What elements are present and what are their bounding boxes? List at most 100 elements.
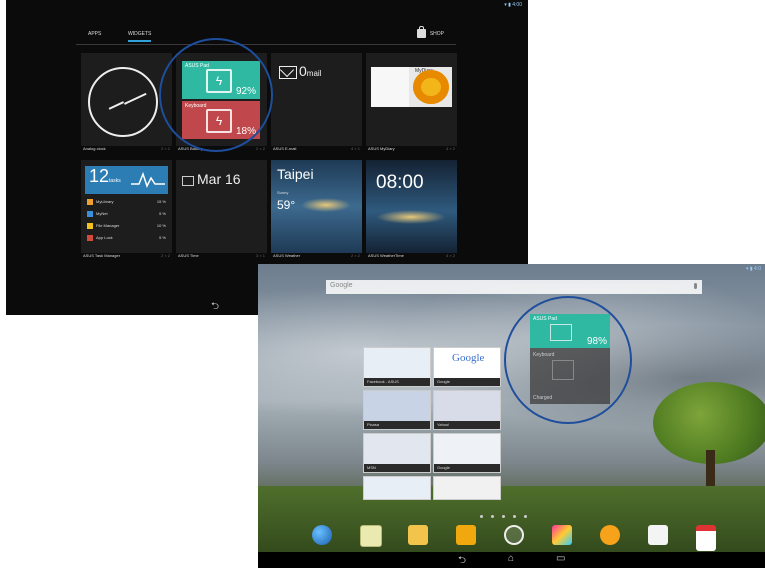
page-indicator xyxy=(480,515,527,518)
widget-name: ASUS Time xyxy=(178,253,199,258)
keyboard-battery-label: Keyboard xyxy=(533,352,555,358)
widget-preview: 12tasks MyLibrary 15 % MyNet 5 % File Mana… xyxy=(81,160,172,253)
keyboard-battery-tile: Keyboard ϟ 18% xyxy=(182,101,260,139)
status-bar-icons: ▾ ▮ 4:00 xyxy=(504,2,522,8)
widget-analog-clock[interactable]: Analog clock 2 × 2 xyxy=(81,53,172,160)
widget-asus-time[interactable]: Mar 16 ASUS Time 3 × 1 xyxy=(176,160,267,267)
flower-photo xyxy=(413,70,449,104)
photos-icon[interactable] xyxy=(552,525,572,545)
shop-button[interactable]: SHOP xyxy=(416,26,444,38)
bookmark-caption: Picasa xyxy=(364,421,430,429)
weather-condition: Sunny xyxy=(277,190,289,195)
files-icon[interactable] xyxy=(456,525,476,545)
weathertime-clock: 08:00 xyxy=(376,172,424,193)
task-row: MyLibrary 15 % xyxy=(85,197,168,207)
widget-size: 2 × 2 xyxy=(160,146,170,151)
charge-status: Charged xyxy=(533,395,553,401)
bookmark-thumbnail xyxy=(364,391,430,421)
battery-charging-icon: ϟ xyxy=(206,109,232,133)
widget-size: 2 × 2 xyxy=(255,146,265,151)
page-dot xyxy=(480,515,483,518)
back-nav-icon[interactable]: ⮌ xyxy=(211,299,219,315)
widget-name: ASUS MyDiary xyxy=(368,146,395,151)
hour-hand xyxy=(108,101,124,110)
bookmark-card[interactable] xyxy=(433,476,501,500)
diary-page xyxy=(371,67,409,107)
widget-name: ASUS Weather xyxy=(273,253,301,258)
mylibrary-icon xyxy=(87,199,93,205)
bookmark-card[interactable]: Yahoo! xyxy=(433,390,501,430)
analog-clock-icon xyxy=(88,67,158,137)
app-lock-icon xyxy=(87,235,93,241)
browser-icon[interactable] xyxy=(312,525,332,545)
tab-widgets[interactable]: WIDGETS xyxy=(128,31,152,42)
email-count: 0mail xyxy=(299,63,322,79)
bookmark-card[interactable]: Google Google xyxy=(433,347,501,387)
recents-nav-icon[interactable]: ▭ xyxy=(556,553,565,564)
widget-preview: 0mail xyxy=(271,53,362,146)
widget-preview: Taipei Sunny 59° xyxy=(271,160,362,253)
keyboard-battery-value: 18% xyxy=(235,126,256,137)
home-nav-icon[interactable]: ⌂ xyxy=(508,553,514,564)
widget-size: 4 × 2 xyxy=(445,253,455,258)
play-store-icon[interactable] xyxy=(648,525,668,545)
bookmark-caption: Yahoo! xyxy=(434,421,500,429)
widget-preview xyxy=(81,53,172,146)
gmail-icon[interactable] xyxy=(696,525,716,551)
task-count: 12tasks xyxy=(89,166,121,186)
bookmark-thumbnail xyxy=(434,477,500,499)
tree-trunk xyxy=(706,450,715,486)
page-dot xyxy=(524,515,527,518)
shop-label: SHOP xyxy=(429,30,444,37)
widget-name: ASUS E-mail xyxy=(273,146,297,151)
task-row: MyNet 5 % xyxy=(85,209,168,219)
keyboard-battery-icon xyxy=(552,360,574,380)
widget-asus-email[interactable]: 0mail ASUS E-mail 4 × 1 xyxy=(271,53,362,160)
music-icon[interactable] xyxy=(600,525,620,545)
widget-asus-mydiary[interactable]: MyDiary ASUS MyDiary 4 × 2 xyxy=(366,53,457,160)
widget-asus-weather[interactable]: Taipei Sunny 59° ASUS Weather 2 × 2 xyxy=(271,160,362,267)
pad-battery-value: 92% xyxy=(235,86,256,97)
bookmark-card[interactable]: Google xyxy=(433,433,501,473)
widget-preview: MyDiary xyxy=(366,53,457,146)
asus-battery-widget[interactable]: ASUS Pad 98% Keyboard Charged xyxy=(530,314,610,404)
bookmark-caption: Facebook - ASUS xyxy=(364,378,430,386)
widget-name: ASUS Battery xyxy=(178,146,203,151)
task-row: File Manager 10 % xyxy=(85,221,168,231)
widget-preview: 08:00 xyxy=(366,160,457,253)
mydiary-preview: MyDiary xyxy=(371,67,452,107)
widget-asus-weathertime[interactable]: 08:00 ASUS WeatherTime 4 × 2 xyxy=(366,160,457,267)
bookmark-card[interactable]: Picasa xyxy=(363,390,431,430)
mynet-icon xyxy=(87,211,93,217)
sun-icon xyxy=(376,210,446,224)
widget-asus-task-manager[interactable]: 12tasks MyLibrary 15 % MyNet 5 % File Mana… xyxy=(81,160,172,267)
google-search-bar[interactable]: Google xyxy=(326,280,702,294)
mic-icon[interactable] xyxy=(694,283,697,289)
pad-battery-label: ASUS Pad xyxy=(533,316,557,322)
tab-apps[interactable]: APPS xyxy=(88,31,101,37)
widget-name: Analog clock xyxy=(83,146,106,151)
pad-battery-tile: ASUS Pad 98% xyxy=(530,314,610,348)
email-icon[interactable] xyxy=(408,525,428,545)
bookmark-card[interactable]: Facebook - ASUS xyxy=(363,347,431,387)
gallery-icon[interactable] xyxy=(360,525,382,547)
battery-icon xyxy=(550,324,572,341)
all-apps-icon[interactable] xyxy=(504,525,524,545)
envelope-icon xyxy=(279,66,297,79)
shopping-bag-icon xyxy=(416,26,426,38)
sun-icon xyxy=(301,198,351,212)
bookmark-card[interactable] xyxy=(363,476,431,500)
home-screen: ▾ ▮ 4:0 Google Facebook - ASUS Google Goo… xyxy=(258,264,765,568)
bookmark-thumbnail: Google xyxy=(434,348,500,378)
task-row: App Lock 5 % xyxy=(85,233,168,243)
widget-asus-battery[interactable]: ASUS Pad ϟ 92% Keyboard ϟ 18% ASUS Batte… xyxy=(176,53,267,160)
bookmark-card[interactable]: MSN xyxy=(363,433,431,473)
bookmark-thumbnail xyxy=(364,348,430,378)
system-nav-bar: ⮌ ⌂ ▭ xyxy=(258,552,765,568)
widget-size: 3 × 1 xyxy=(255,253,265,258)
pad-battery-value: 98% xyxy=(586,336,607,347)
widget-size: 4 × 1 xyxy=(350,146,360,151)
back-nav-icon[interactable]: ⮌ xyxy=(458,553,466,568)
pad-battery-label: ASUS Pad xyxy=(185,63,209,69)
google-logo: Google xyxy=(452,352,485,364)
